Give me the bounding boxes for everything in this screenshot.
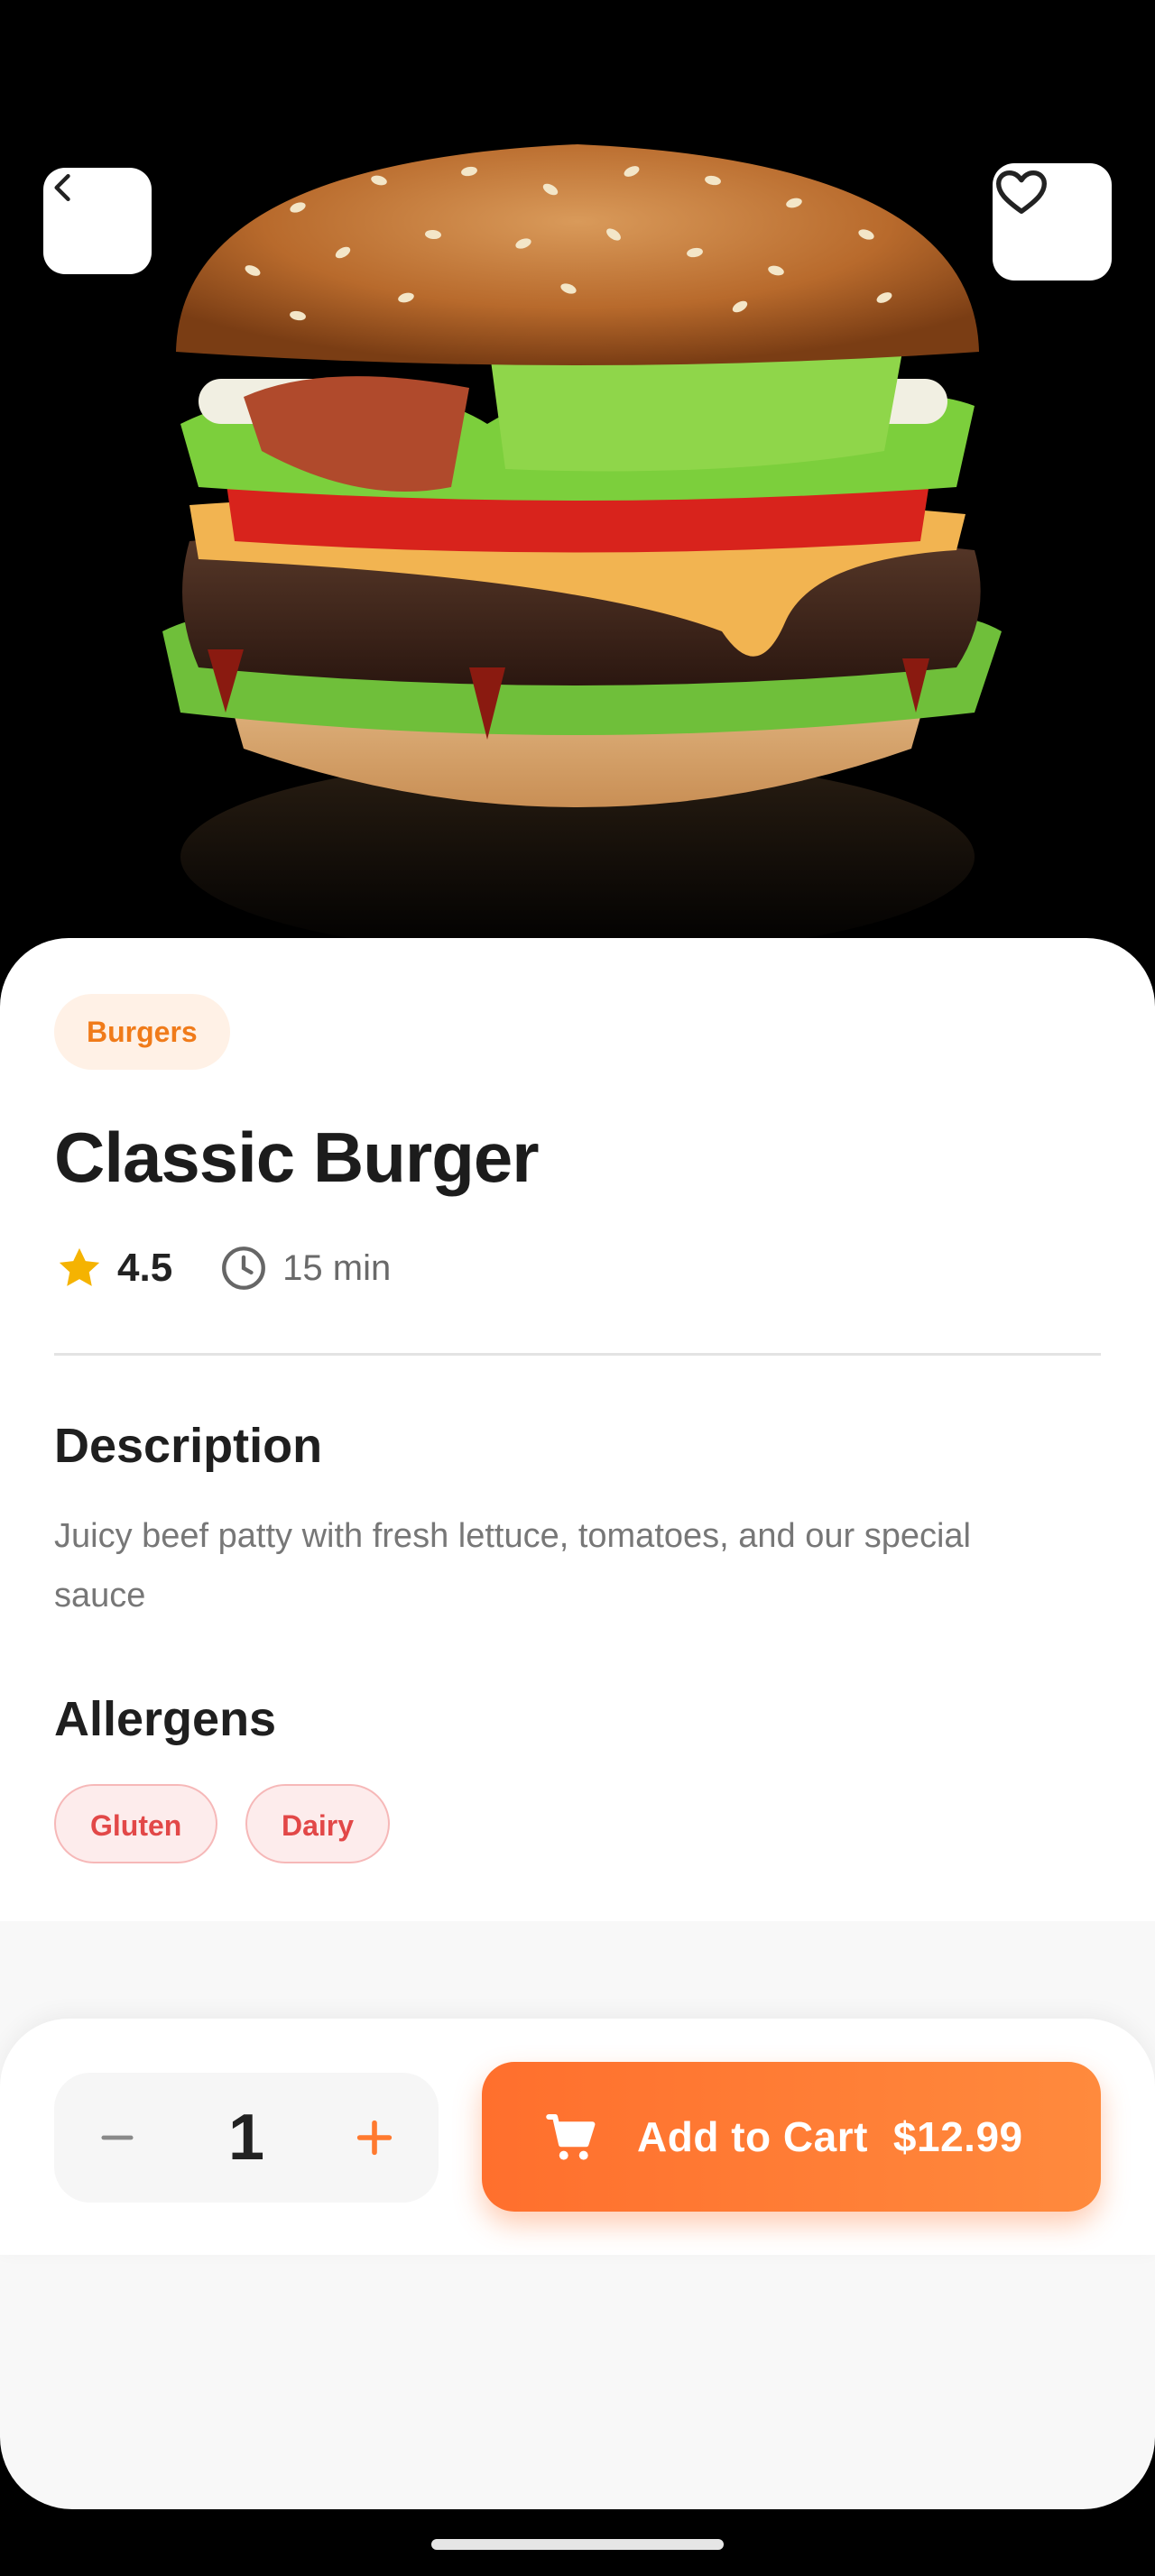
product-meta: 4.5 15 min xyxy=(54,1241,391,1295)
star-icon xyxy=(59,1247,100,1286)
quantity-value: 1 xyxy=(227,2102,265,2174)
favorite-button[interactable] xyxy=(993,163,1112,281)
allergen-chip-dairy: Dairy xyxy=(245,1784,391,1863)
cart-price: $12.99 xyxy=(892,2113,1023,2160)
description-text: Juicy beef patty with fresh lettuce, tom… xyxy=(54,1517,971,1615)
quantity-stepper: 1 xyxy=(54,2073,439,2203)
rating-value: 4.5 xyxy=(117,1246,173,1290)
increment-button[interactable] xyxy=(329,2093,420,2183)
cart-bar: 1 Add to Cart $12.99 xyxy=(0,2019,1155,2255)
category-chip: Burgers xyxy=(54,994,230,1070)
add-to-cart-button[interactable]: Add to Cart $12.99 xyxy=(482,2062,1101,2212)
allergens-heading: Allergens xyxy=(54,1692,277,1746)
heart-outline-icon xyxy=(996,170,1047,214)
decrement-button[interactable] xyxy=(72,2093,162,2183)
plus-icon xyxy=(356,2120,393,2156)
description-heading: Description xyxy=(54,1419,323,1473)
prep-time: 15 min xyxy=(282,1247,392,1288)
back-button[interactable] xyxy=(43,168,152,274)
add-to-cart-label: Add to Cart xyxy=(637,2113,868,2160)
home-indicator[interactable] xyxy=(431,2539,724,2550)
chevron-left-icon xyxy=(54,173,70,202)
shopping-cart-icon xyxy=(546,2113,596,2160)
product-title: Classic Burger xyxy=(54,1118,540,1197)
divider xyxy=(54,1353,1101,1356)
clock-icon xyxy=(222,1247,266,1290)
product-detail-sheet: Burgers Classic Burger 4.5 15 min Descri… xyxy=(0,938,1155,1921)
minus-icon xyxy=(101,2135,134,2140)
burger-illustration xyxy=(162,144,1002,956)
product-hero-image xyxy=(0,0,1155,992)
allergen-chip-gluten: Gluten xyxy=(54,1784,218,1863)
